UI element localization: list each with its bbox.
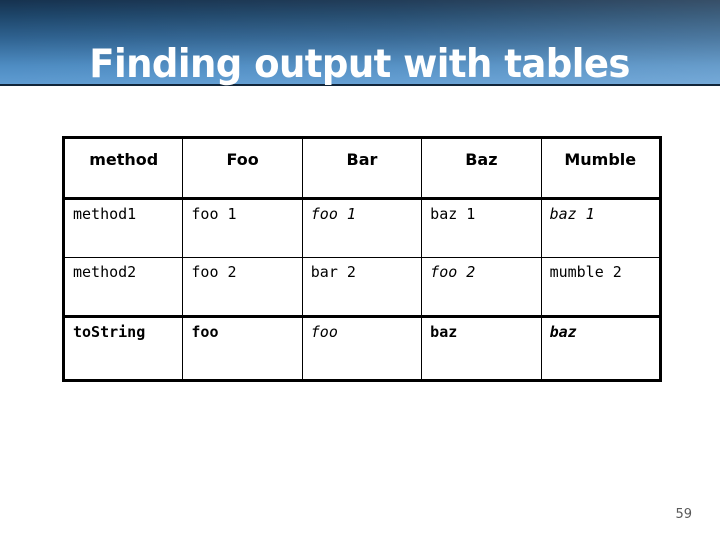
slide-title-container: Finding output with tables [0, 0, 720, 86]
cell-foo-2: foo 2 [182, 257, 303, 317]
page-title: Finding output with tables [89, 42, 631, 87]
table-row: method2 foo 2 bar 2 foo 2 mumble 2 [62, 257, 661, 317]
cell-baz-2: foo 2 [421, 257, 542, 317]
table-header: method Foo Bar Baz Mumble [62, 137, 661, 200]
cell-baz-3: baz [421, 315, 542, 381]
output-table: method Foo Bar Baz Mumble method1 foo 1 … [62, 136, 662, 382]
column-header-mumble: Mumble [540, 137, 661, 200]
cell-bar-2: bar 2 [301, 257, 423, 317]
column-header-baz: Baz [421, 137, 542, 200]
cell-method-2: method2 [62, 257, 184, 317]
cell-method-3: toString [62, 315, 184, 381]
cell-foo-1: foo 1 [182, 198, 303, 258]
cell-bar-3: foo [301, 315, 423, 381]
table-body: method1 foo 1 foo 1 baz 1 baz 1 method2 … [62, 198, 661, 381]
table-row: method1 foo 1 foo 1 baz 1 baz 1 [62, 198, 661, 258]
cell-mumble-2: mumble 2 [540, 257, 661, 317]
column-header-foo: Foo [182, 137, 303, 200]
cell-baz-1: baz 1 [421, 198, 542, 258]
cell-mumble-1: baz 1 [540, 198, 661, 258]
cell-foo-3: foo [182, 315, 303, 381]
table-header-row: method Foo Bar Baz Mumble [62, 137, 661, 200]
cell-method-1: method1 [62, 198, 184, 258]
column-header-bar: Bar [301, 137, 423, 200]
cell-bar-1: foo 1 [301, 198, 423, 258]
cell-mumble-3: baz [540, 315, 661, 381]
page-number: 59 [675, 507, 692, 522]
column-header-method: method [62, 137, 184, 200]
table-row: toString foo foo baz baz [62, 315, 661, 381]
slide-header-banner: Finding output with tables [0, 0, 720, 86]
